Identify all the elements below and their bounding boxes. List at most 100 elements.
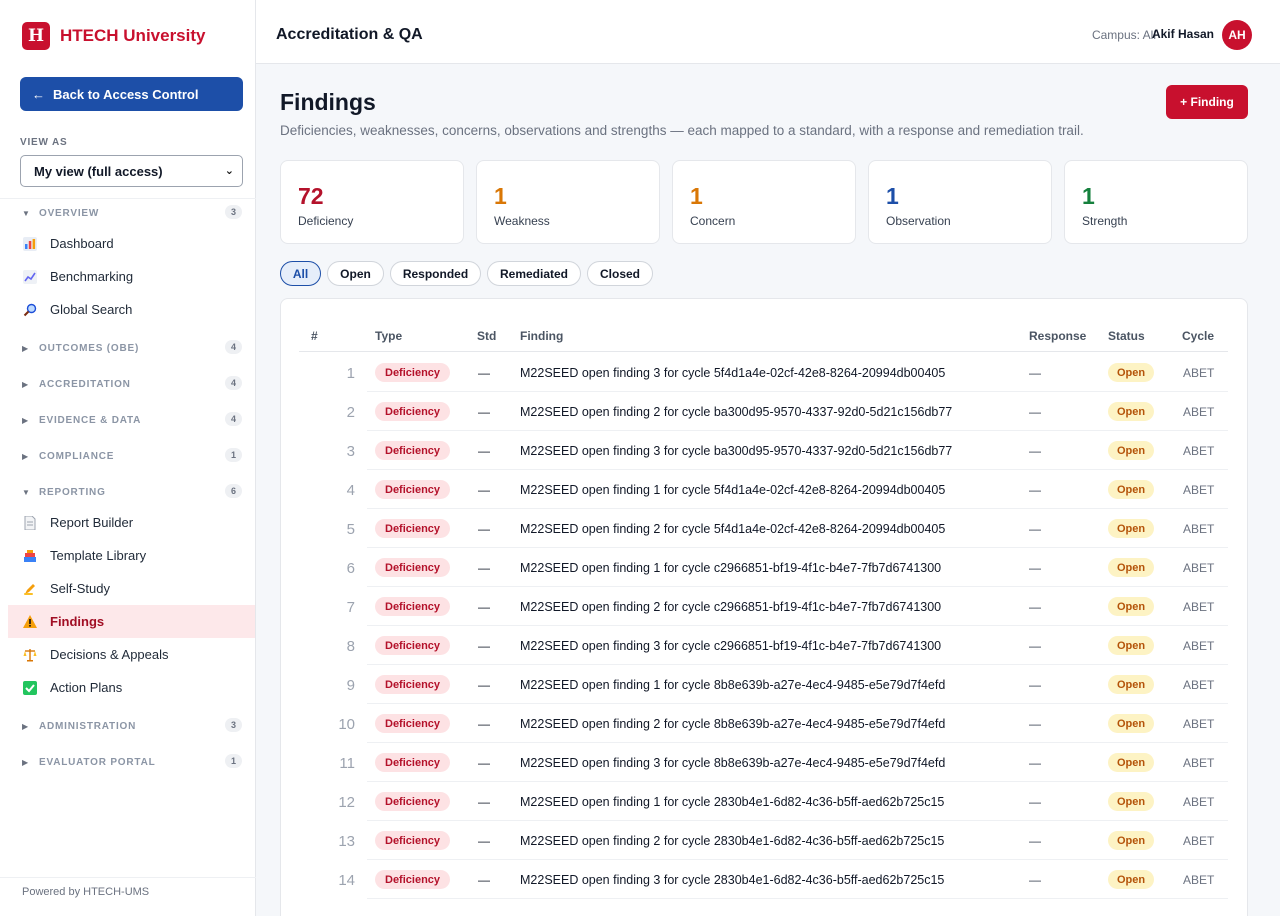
standard-cell: —: [478, 756, 490, 770]
response-cell: —: [1029, 600, 1041, 614]
table-row[interactable]: 10 Deficiency — M22SEED open finding 2 for …: [299, 704, 1228, 743]
status-badge: Open: [1108, 870, 1155, 889]
back-to-access-control-button[interactable]: ← Back to Access Control: [20, 77, 243, 111]
row-number: 2: [346, 404, 355, 421]
status-badge: Open: [1108, 441, 1155, 460]
row-number: 11: [339, 755, 355, 772]
avatar[interactable]: AH: [1222, 20, 1252, 50]
nav-group-accreditation[interactable]: ▶ ACCREDITATION 4: [22, 375, 242, 393]
table-row[interactable]: 1 Deficiency — M22SEED open finding 3 for c…: [299, 353, 1228, 392]
finding-text[interactable]: M22SEED open finding 3 for cycle 8b8e639…: [520, 756, 945, 770]
user-name[interactable]: Akif Hasan: [1152, 27, 1214, 41]
stat-card-deficiency: 72 Deficiency: [280, 160, 464, 244]
row-divider: [367, 898, 1228, 899]
column-header-type[interactable]: Type: [375, 329, 402, 343]
table-row[interactable]: 11 Deficiency — M22SEED open finding 3 for …: [299, 743, 1228, 782]
filter-remediated[interactable]: Remediated: [487, 261, 581, 286]
column-header-cycle[interactable]: Cycle: [1182, 329, 1214, 343]
table-row[interactable]: 3 Deficiency — M22SEED open finding 3 for c…: [299, 431, 1228, 470]
sidebar-item-label: Decisions & Appeals: [50, 647, 169, 662]
stat-label: Concern: [690, 214, 736, 228]
finding-text[interactable]: M22SEED open finding 2 for cycle 5f4d1a4…: [520, 522, 945, 536]
cycle-cell: ABET: [1183, 756, 1215, 770]
table-row[interactable]: 2 Deficiency — M22SEED open finding 2 for c…: [299, 392, 1228, 431]
column-header-std[interactable]: Std: [477, 329, 496, 343]
row-number: 12: [338, 794, 355, 811]
sidebar-item-decisions-appeals[interactable]: Decisions & Appeals: [8, 638, 255, 671]
nav-group-evaluator-portal[interactable]: ▶ EVALUATOR PORTAL 1: [22, 753, 242, 771]
filter-responded[interactable]: Responded: [390, 261, 481, 286]
status-badge: Open: [1108, 636, 1155, 655]
table-row[interactable]: 6 Deficiency — M22SEED open finding 1 for c…: [299, 548, 1228, 587]
sidebar-item-report-builder[interactable]: Report Builder: [8, 506, 255, 539]
nav-group-overview[interactable]: ▼ OVERVIEW 3: [22, 204, 242, 222]
sidebar-item-label: Action Plans: [50, 680, 123, 695]
filter-open[interactable]: Open: [327, 261, 384, 286]
table-row[interactable]: 14 Deficiency — M22SEED open finding 3 for …: [299, 860, 1228, 899]
cycle-cell: ABET: [1183, 873, 1215, 887]
finding-text[interactable]: M22SEED open finding 3 for cycle c296685…: [520, 639, 941, 653]
finding-text[interactable]: M22SEED open finding 1 for cycle 5f4d1a4…: [520, 483, 945, 497]
finding-text[interactable]: M22SEED open finding 3 for cycle 5f4d1a4…: [520, 366, 945, 380]
stat-value: 1: [1082, 183, 1095, 209]
nav-group-administration[interactable]: ▶ ADMINISTRATION 3: [22, 717, 242, 735]
finding-text[interactable]: M22SEED open finding 2 for cycle c296685…: [520, 600, 941, 614]
nav-group-label: COMPLIANCE: [39, 450, 115, 462]
stat-label: Strength: [1082, 214, 1128, 228]
sidebar-item-self-study[interactable]: Self-Study: [8, 572, 255, 605]
filter-all[interactable]: All: [280, 261, 321, 286]
caret-down-icon: ▼: [22, 208, 30, 218]
finding-text[interactable]: M22SEED open finding 2 for cycle 2830b4e…: [520, 834, 944, 848]
magnifier-icon: [22, 302, 38, 318]
sidebar-item-benchmarking[interactable]: Benchmarking: [8, 260, 255, 293]
standard-cell: —: [478, 678, 490, 692]
status-badge: Open: [1108, 792, 1155, 811]
top-bar: Accreditation & QA Campus: All Akif Hasa…: [256, 0, 1280, 64]
column-header-finding[interactable]: Finding: [520, 329, 563, 343]
finding-text[interactable]: M22SEED open finding 2 for cycle 8b8e639…: [520, 717, 945, 731]
response-cell: —: [1029, 873, 1041, 887]
finding-text[interactable]: M22SEED open finding 3 for cycle ba300d9…: [520, 444, 952, 458]
sidebar-item-action-plans[interactable]: Action Plans: [8, 671, 255, 704]
table-row[interactable]: 9 Deficiency — M22SEED open finding 1 for c…: [299, 665, 1228, 704]
table-row[interactable]: 12 Deficiency — M22SEED open finding 1 for …: [299, 782, 1228, 821]
response-cell: —: [1029, 756, 1041, 770]
caret-right-icon: ▶: [22, 379, 29, 389]
filter-closed[interactable]: Closed: [587, 261, 653, 286]
status-badge: Open: [1108, 480, 1155, 499]
nav-group-evidence[interactable]: ▶ EVIDENCE & DATA 4: [22, 411, 242, 429]
finding-text[interactable]: M22SEED open finding 1 for cycle 2830b4e…: [520, 795, 944, 809]
campus-selector[interactable]: Campus: All: [1092, 28, 1156, 42]
stat-label: Observation: [886, 214, 951, 228]
row-number: 3: [346, 443, 355, 460]
add-finding-button[interactable]: + Finding: [1166, 85, 1248, 119]
column-header-status[interactable]: Status: [1108, 329, 1145, 343]
sidebar-item-findings[interactable]: Findings: [8, 605, 255, 638]
nav-group-compliance[interactable]: ▶ COMPLIANCE 1: [22, 447, 242, 465]
nav-group-outcomes[interactable]: ▶ OUTCOMES (OBE) 4: [22, 339, 242, 357]
table-row[interactable]: 4 Deficiency — M22SEED open finding 1 for c…: [299, 470, 1228, 509]
table-row[interactable]: 8 Deficiency — M22SEED open finding 3 for c…: [299, 626, 1228, 665]
column-header-response[interactable]: Response: [1029, 329, 1086, 343]
trend-chart-icon: [22, 269, 38, 285]
sidebar-item-template-library[interactable]: Template Library: [8, 539, 255, 572]
table-row[interactable]: 5 Deficiency — M22SEED open finding 2 for c…: [299, 509, 1228, 548]
sidebar-divider: [0, 198, 256, 199]
table-row[interactable]: 7 Deficiency — M22SEED open finding 2 for c…: [299, 587, 1228, 626]
brand[interactable]: H HTECH University: [22, 22, 205, 50]
caret-right-icon: ▶: [22, 415, 29, 425]
table-row[interactable]: 13 Deficiency — M22SEED open finding 2 for …: [299, 821, 1228, 860]
finding-text[interactable]: M22SEED open finding 3 for cycle 2830b4e…: [520, 873, 944, 887]
sidebar-item-global-search[interactable]: Global Search: [8, 293, 255, 326]
row-number: 6: [346, 560, 355, 577]
type-badge: Deficiency: [375, 870, 451, 889]
finding-text[interactable]: M22SEED open finding 2 for cycle ba300d9…: [520, 405, 952, 419]
column-header-number[interactable]: #: [311, 329, 318, 343]
sidebar-item-dashboard[interactable]: Dashboard: [8, 227, 255, 260]
caret-right-icon: ▶: [22, 451, 29, 461]
status-badge: Open: [1108, 753, 1155, 772]
nav-group-reporting[interactable]: ▼ REPORTING 6: [22, 483, 242, 501]
finding-text[interactable]: M22SEED open finding 1 for cycle 8b8e639…: [520, 678, 945, 692]
finding-text[interactable]: M22SEED open finding 1 for cycle c296685…: [520, 561, 941, 575]
view-as-select[interactable]: My view (full access) ⌄: [20, 155, 243, 187]
